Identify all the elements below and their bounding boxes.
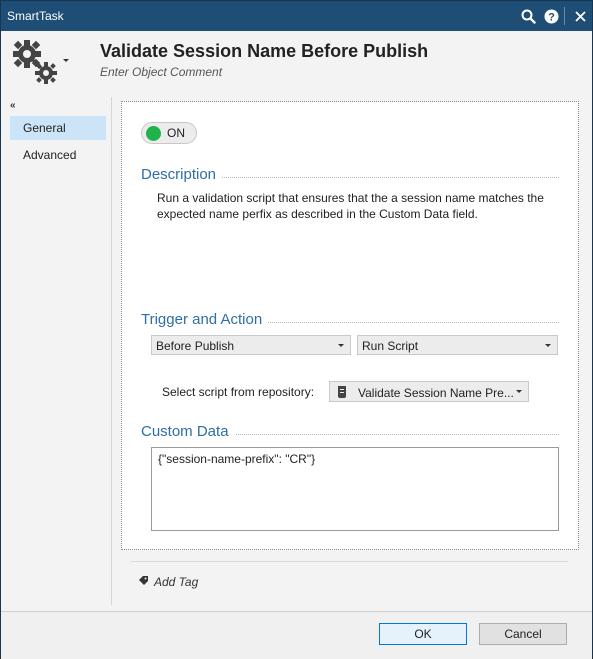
svg-text:?: ? <box>548 11 555 23</box>
collapse-nav-icon[interactable]: « <box>10 100 16 111</box>
description-heading: Description <box>141 166 223 183</box>
help-icon[interactable]: ? <box>541 6 561 26</box>
smarttask-window: SmartTask ? Validate Session Name Before… <box>0 0 593 659</box>
trigger-select[interactable]: Before Publish <box>151 335 351 355</box>
action-select-value: Run Script <box>362 339 419 353</box>
chevron-down-icon <box>516 390 522 393</box>
gears-icon[interactable] <box>9 37 61 89</box>
add-tag-label: Add Tag <box>154 575 199 589</box>
close-icon[interactable] <box>570 6 590 26</box>
nav-item-general[interactable]: General <box>10 116 106 140</box>
custom-data-heading: Custom Data <box>141 423 235 440</box>
custom-data-section-header: Custom Data <box>141 423 559 441</box>
nav-divider <box>111 97 112 605</box>
dialog-footer: OK Cancel <box>1 611 592 659</box>
enabled-toggle[interactable]: ON <box>141 122 197 144</box>
object-title[interactable]: Validate Session Name Before Publish <box>100 41 428 62</box>
trigger-section-header: Trigger and Action <box>141 311 559 329</box>
script-repository-select[interactable]: Validate Session Name Pre... <box>329 381 529 402</box>
search-icon[interactable] <box>518 6 538 26</box>
object-comment-field[interactable]: Enter Object Comment <box>100 65 222 79</box>
chevron-down-icon <box>545 344 551 347</box>
trigger-heading: Trigger and Action <box>141 311 269 328</box>
add-tag-button[interactable]: Add Tag <box>138 575 198 589</box>
titlebar-separator <box>564 7 565 25</box>
tag-divider <box>130 561 568 562</box>
custom-data-input[interactable]: {"session-name-prefix": "CR"} <box>151 447 559 531</box>
window-title: SmartTask <box>7 9 64 23</box>
chevron-down-icon <box>338 344 344 347</box>
nav-item-advanced[interactable]: Advanced <box>10 143 106 167</box>
tag-icon <box>138 575 149 589</box>
toggle-state-label: ON <box>167 126 185 140</box>
action-select[interactable]: Run Script <box>357 335 558 355</box>
title-bar: SmartTask ? <box>1 1 592 31</box>
toggle-knob <box>146 126 161 141</box>
description-text[interactable]: Run a validation script that ensures tha… <box>157 190 552 222</box>
repository-label: Select script from repository: <box>162 385 315 399</box>
script-select-value: Validate Session Name Pre... <box>358 386 514 400</box>
side-nav: General Advanced <box>10 116 106 170</box>
cancel-button[interactable]: Cancel <box>479 623 567 645</box>
description-section-header: Description <box>141 166 559 184</box>
ok-button[interactable]: OK <box>379 623 467 645</box>
object-menu-chevron-icon[interactable] <box>62 53 70 62</box>
script-icon <box>336 385 348 399</box>
object-header: Validate Session Name Before Publish Ent… <box>1 31 592 93</box>
general-panel: ON Description Run a validation script t… <box>121 101 579 550</box>
trigger-select-value: Before Publish <box>156 339 235 353</box>
